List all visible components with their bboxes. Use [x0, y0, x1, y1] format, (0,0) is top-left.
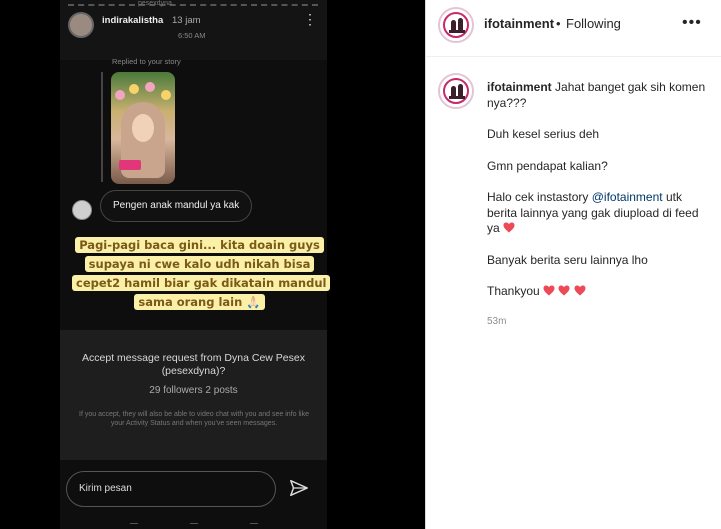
message-request-panel: Accept message request from Dyna Cew Pes…: [60, 330, 327, 460]
following-button[interactable]: Following: [566, 16, 621, 31]
message-time: 6:50 AM: [178, 31, 206, 40]
post-header: ifotainment • Following •••: [426, 0, 721, 57]
caption-line: Gmn pendapat kalian?: [487, 158, 608, 173]
replied-label: Replied to your story: [112, 57, 181, 66]
more-options-icon[interactable]: •••: [682, 14, 702, 32]
send-icon: [290, 479, 308, 497]
more-vertical-icon: ⋮: [303, 11, 317, 27]
sender-username: indirakalistha: [102, 15, 164, 26]
request-note: If you accept, they will also be able to…: [79, 411, 309, 427]
heart-icon: [503, 222, 515, 233]
heart-icon: [574, 285, 586, 296]
avatar[interactable]: [438, 7, 474, 43]
caption-username[interactable]: ifotainment: [487, 80, 552, 94]
reply-line: [101, 72, 103, 182]
caption-text: Pagi-pagi baca gini... kita doain guys s…: [72, 237, 331, 310]
post-sidebar: ifotainment • Following ••• ifotainment …: [425, 0, 721, 529]
story-caption: Pagi-pagi baca gini... kita doain guys s…: [72, 236, 331, 312]
heart-icon: [543, 285, 555, 296]
heart-icon: [558, 285, 570, 296]
caption-line: Thankyou: [487, 284, 540, 298]
dm-header: pesexdyna indirakalistha 13 jam 6:50 AM …: [60, 0, 327, 60]
top-handle: pesexdyna: [138, 0, 172, 7]
header-username[interactable]: ifotainment: [484, 16, 554, 31]
caption-line: Halo cek instastory: [487, 190, 589, 204]
story-sticker: [119, 160, 141, 170]
post-timestamp[interactable]: 53m: [487, 316, 506, 327]
caption-line: Duh kesel serius deh: [487, 127, 600, 141]
caption-line: Banyak berita seru lainnya lho: [487, 252, 648, 267]
phone-nav-bar: [60, 520, 327, 529]
sender-avatar: [72, 200, 92, 220]
post-image[interactable]: pesexdyna indirakalistha 13 jam 6:50 AM …: [0, 0, 425, 529]
message-input: Kirim pesan: [66, 471, 276, 507]
post-caption: ifotainment Jahat banget gak sih komen n…: [487, 80, 709, 300]
dm-screenshot: pesexdyna indirakalistha 13 jam 6:50 AM …: [60, 0, 331, 529]
message-age: 13 jam: [172, 15, 201, 26]
request-title: Accept message request from Dyna Cew Pes…: [82, 352, 305, 377]
story-progress-bar: [68, 4, 318, 6]
avatar: [68, 12, 94, 38]
avatar[interactable]: [438, 73, 474, 109]
message-bubble: Pengen anak mandul ya kak: [100, 190, 253, 222]
header-separator: •: [556, 16, 561, 31]
mention-link[interactable]: @ifotainment: [592, 190, 663, 204]
story-thumbnail: [111, 72, 175, 184]
request-stats: 29 followers 2 posts: [149, 385, 238, 396]
